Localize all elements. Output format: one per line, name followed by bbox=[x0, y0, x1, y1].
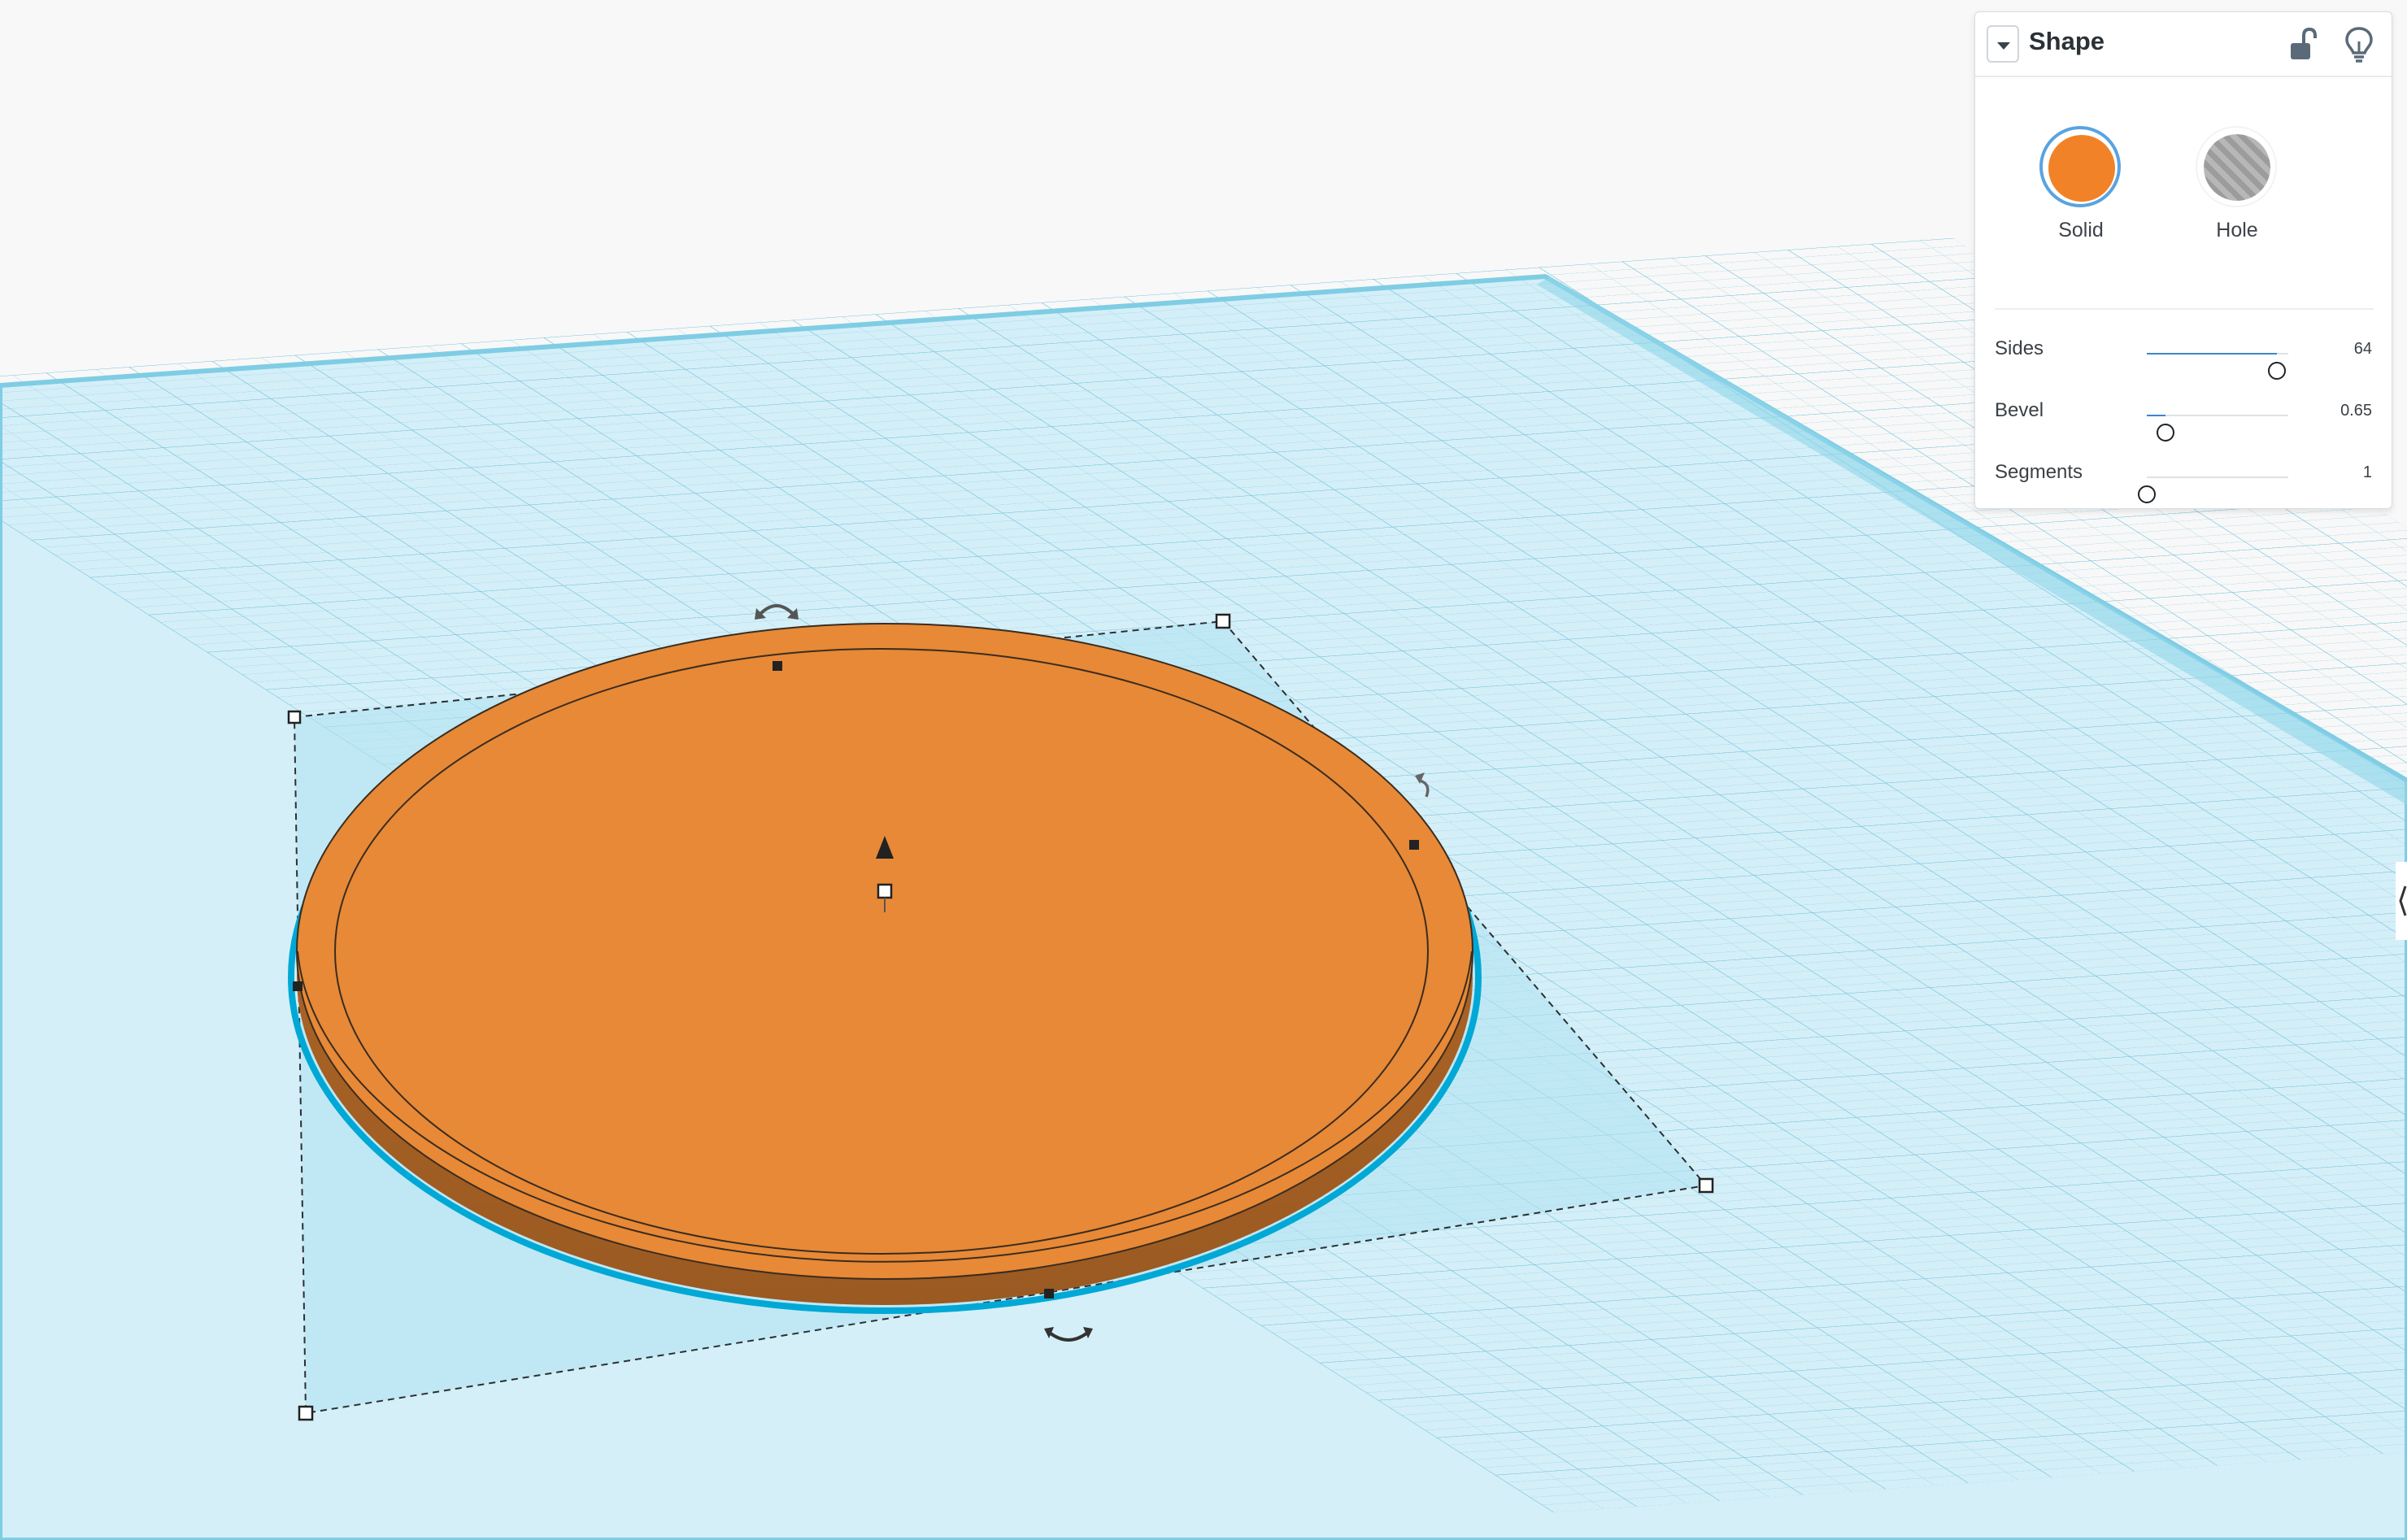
hint-button[interactable] bbox=[2343, 25, 2375, 64]
segments-slider[interactable] bbox=[2138, 476, 2288, 503]
cylinder-shape[interactable] bbox=[288, 623, 1482, 1314]
hole-option[interactable]: Hole bbox=[2172, 116, 2302, 246]
resize-handle-back-left[interactable] bbox=[287, 710, 302, 724]
panel-divider bbox=[1995, 308, 2374, 310]
solid-color-fill bbox=[2048, 135, 2115, 202]
edge-handle-left[interactable] bbox=[293, 981, 303, 991]
panel-title: Shape bbox=[2029, 27, 2105, 55]
sides-label: Sides bbox=[1995, 337, 2044, 359]
resize-handle-front-right[interactable] bbox=[1698, 1177, 1714, 1194]
collapse-toggle-button[interactable] bbox=[1987, 25, 2019, 63]
sides-value[interactable]: 64 bbox=[2354, 340, 2372, 359]
param-row-segments: Segments 1 bbox=[1995, 458, 2372, 503]
chevron-down-icon bbox=[1997, 42, 2010, 50]
lightbulb-icon bbox=[2345, 27, 2373, 63]
sides-slider-thumb[interactable] bbox=[2268, 362, 2287, 380]
panel-header: Shape bbox=[1975, 12, 2392, 77]
hatched-hole-icon bbox=[2204, 134, 2270, 201]
3d-viewport[interactable]: Shape Solid Hole Sides 64 Bevel 0.65 Seg… bbox=[0, 0, 2407, 1540]
param-row-sides: Sides 64 bbox=[1995, 334, 2372, 380]
solid-option[interactable]: Solid bbox=[2016, 116, 2146, 246]
segments-value[interactable]: 1 bbox=[2363, 463, 2372, 482]
edge-handle-right[interactable] bbox=[1409, 840, 1419, 850]
edge-handle-top[interactable] bbox=[773, 661, 782, 671]
hole-swatch[interactable] bbox=[2196, 126, 2277, 207]
param-row-bevel: Bevel 0.65 bbox=[1995, 396, 2372, 442]
segments-slider-thumb[interactable] bbox=[2138, 485, 2156, 503]
segments-label: Segments bbox=[1995, 461, 2083, 483]
unlock-icon bbox=[2291, 27, 2317, 59]
bevel-value[interactable]: 0.65 bbox=[2340, 402, 2372, 420]
shape-inspector-panel: Shape Solid Hole Sides 64 Bevel 0.65 Seg… bbox=[1974, 11, 2392, 509]
hole-label: Hole bbox=[2216, 219, 2258, 241]
sides-slider[interactable] bbox=[2147, 353, 2288, 380]
bevel-label: Bevel bbox=[1995, 399, 2044, 421]
side-panel-collapse-arrow[interactable] bbox=[2396, 862, 2407, 940]
solid-label: Solid bbox=[2058, 219, 2104, 241]
edge-handle-bottom[interactable] bbox=[1044, 1289, 1054, 1299]
bevel-slider-thumb[interactable] bbox=[2156, 424, 2174, 442]
bevel-slider[interactable] bbox=[2147, 415, 2288, 442]
lock-button[interactable] bbox=[2286, 27, 2318, 63]
solid-color-swatch[interactable] bbox=[2039, 126, 2121, 207]
resize-handle-front-left[interactable] bbox=[298, 1405, 314, 1421]
resize-handle-back-right[interactable] bbox=[1215, 613, 1231, 629]
